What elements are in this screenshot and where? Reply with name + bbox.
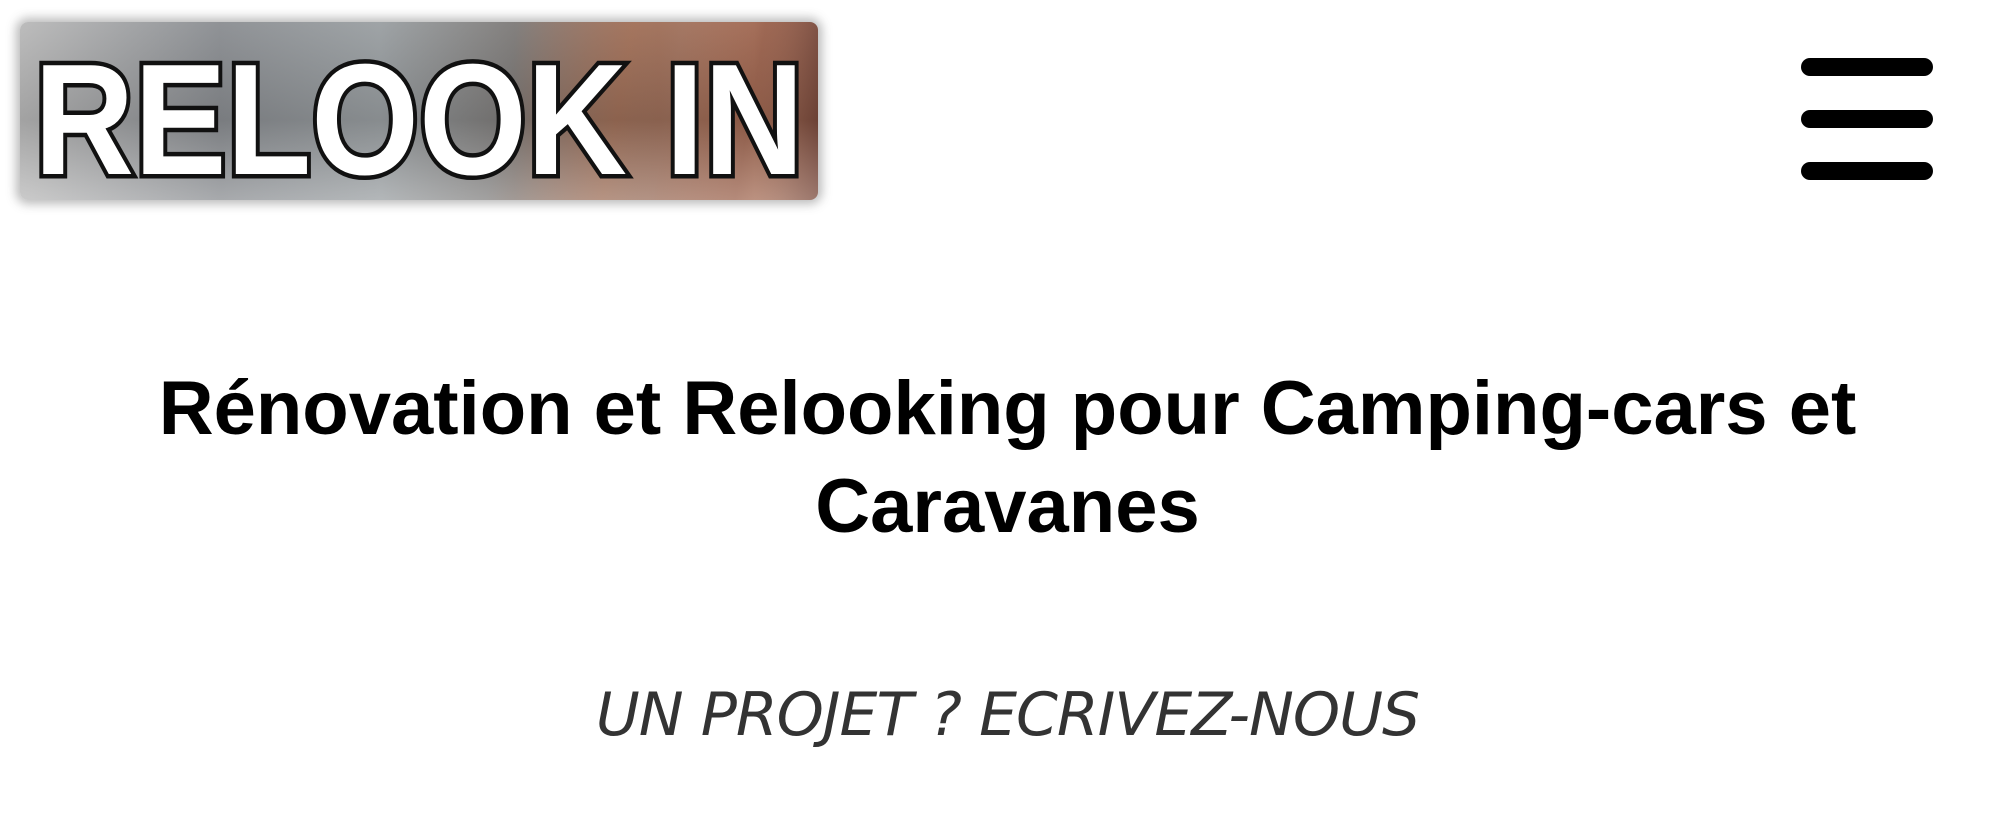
menu-icon-bar-bottom: [1801, 162, 1933, 180]
site-header: RELOOK IN: [0, 0, 2015, 230]
menu-icon-bar-top: [1801, 58, 1933, 76]
site-logo[interactable]: RELOOK IN: [20, 22, 818, 200]
contact-cta-link[interactable]: UN PROJET ? ECRIVEZ-NOUS: [0, 680, 2015, 750]
menu-icon-bar-middle: [1801, 110, 1933, 128]
logo-wordmark: RELOOK IN: [30, 28, 809, 201]
logo-text: RELOOK IN: [34, 32, 804, 200]
page-headline: Rénovation et Relooking pour Camping-car…: [158, 366, 1857, 549]
hamburger-menu-icon[interactable]: [1795, 58, 1937, 182]
